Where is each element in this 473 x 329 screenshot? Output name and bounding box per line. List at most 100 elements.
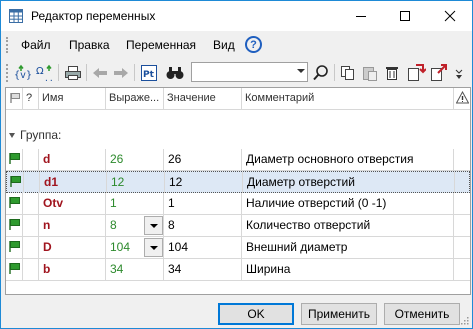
row-state-cell[interactable] xyxy=(23,259,39,280)
copy-icon[interactable] xyxy=(338,63,358,83)
row-warning-cell xyxy=(454,237,470,258)
header-comment[interactable]: Комментарий xyxy=(242,88,454,109)
header-q[interactable]: ? xyxy=(23,88,39,109)
menu-grip[interactable] xyxy=(6,37,8,53)
paste-icon[interactable] xyxy=(360,63,380,83)
expression-dropdown-button[interactable] xyxy=(144,238,163,257)
table-row[interactable]: d1 12 12 Диаметр отверстий xyxy=(6,171,470,193)
header-flag-column[interactable] xyxy=(6,88,23,109)
toolbar-grip[interactable] xyxy=(6,64,8,82)
help-icon[interactable]: ? xyxy=(245,36,262,53)
comment-cell[interactable]: Наличие отверстий (0 -1) xyxy=(242,193,454,214)
flag-icon[interactable] xyxy=(6,149,23,170)
row-warning-cell xyxy=(454,149,470,170)
comment-cell[interactable]: Ширина xyxy=(242,259,454,280)
toolbar-separator xyxy=(58,64,59,81)
chevron-down-icon[interactable] xyxy=(297,69,305,73)
comment-cell[interactable]: Диаметр основного отверстия xyxy=(242,149,454,170)
variable-name-cell[interactable]: Otv xyxy=(39,193,106,214)
show-icon[interactable]: Pt xyxy=(139,63,159,83)
variable-name-cell[interactable]: d xyxy=(39,149,106,170)
menu-edit[interactable]: Правка xyxy=(69,38,110,52)
table-row[interactable]: n 8 8 Количество отверстий xyxy=(6,215,470,237)
comment-cell[interactable]: Внешний диаметр xyxy=(242,237,454,258)
row-warning-cell xyxy=(454,259,470,280)
variable-name-cell[interactable]: n xyxy=(39,215,106,236)
more-icon[interactable] xyxy=(452,63,466,83)
row-state-cell[interactable] xyxy=(23,193,39,214)
close-icon xyxy=(444,10,456,22)
table-row[interactable]: Otv 1 1 Наличие отверстий (0 -1) xyxy=(6,193,470,215)
flag-icon xyxy=(10,93,20,103)
expression-dropdown-button[interactable] xyxy=(144,216,163,235)
flag-icon[interactable] xyxy=(7,172,24,193)
expression-text: 12 xyxy=(111,175,125,189)
header-expression[interactable]: Выраже... xyxy=(106,88,164,109)
undo-icon[interactable] xyxy=(90,63,110,83)
expression-cell[interactable]: 26 xyxy=(106,149,164,170)
warning-icon xyxy=(455,90,470,104)
minimize-icon xyxy=(356,16,366,17)
value-cell: 34 xyxy=(164,259,242,280)
export-icon[interactable] xyxy=(429,63,449,83)
cancel-button[interactable]: Отменить xyxy=(384,303,460,325)
variable-editor-window: Редактор переменных Файл Правка Переменн… xyxy=(0,0,473,329)
flag-icon[interactable] xyxy=(6,259,23,280)
menu-view[interactable]: Вид xyxy=(213,38,235,52)
redo-icon[interactable] xyxy=(111,63,131,83)
table-row[interactable]: D 104 104 Внешний диаметр xyxy=(6,237,470,259)
flag-icon[interactable] xyxy=(6,237,23,258)
expression-text: 8 xyxy=(110,218,117,232)
row-warning-cell xyxy=(455,172,471,193)
row-state-cell[interactable] xyxy=(24,172,40,193)
maximize-button[interactable] xyxy=(386,1,424,31)
resize-grip-icon[interactable] xyxy=(459,315,469,325)
expression-cell[interactable]: 12 xyxy=(107,172,165,193)
expression-cell[interactable]: 34 xyxy=(106,259,164,280)
delete-icon[interactable] xyxy=(382,63,402,83)
insert-expression-icon[interactable]: Ω .. xyxy=(35,63,55,83)
print-icon[interactable] xyxy=(63,63,83,83)
menu-file[interactable]: Файл xyxy=(21,38,51,52)
value-cell: 8 xyxy=(164,215,242,236)
ok-button[interactable]: OK xyxy=(218,303,294,325)
collapse-triangle-icon[interactable] xyxy=(9,133,15,138)
header-warning-column[interactable] xyxy=(454,88,470,109)
comment-cell[interactable]: Диаметр отверстий xyxy=(243,172,455,193)
group-header[interactable]: Группа: xyxy=(9,128,61,142)
row-warning-cell xyxy=(454,193,470,214)
table-row[interactable]: d 26 26 Диаметр основного отверстия xyxy=(6,149,470,171)
maximize-icon xyxy=(400,11,410,21)
comment-cell[interactable]: Количество отверстий xyxy=(242,215,454,236)
search-combo[interactable] xyxy=(191,62,308,82)
flag-icon[interactable] xyxy=(6,193,23,214)
value-cell: 12 xyxy=(165,172,243,193)
import-icon[interactable] xyxy=(406,63,426,83)
value-cell: 26 xyxy=(164,149,242,170)
table-row[interactable]: b 34 34 Ширина xyxy=(6,259,470,281)
chevron-down-icon xyxy=(149,245,158,250)
apply-button[interactable]: Применить xyxy=(301,303,377,325)
window-title: Редактор переменных xyxy=(31,9,156,23)
expression-text: 1 xyxy=(110,196,117,210)
expression-cell[interactable]: 1 xyxy=(106,193,164,214)
minimize-button[interactable] xyxy=(342,1,380,31)
row-state-cell[interactable] xyxy=(23,215,39,236)
flag-icon[interactable] xyxy=(6,215,23,236)
variable-name-cell[interactable]: D xyxy=(39,237,106,258)
header-name[interactable]: Имя xyxy=(39,88,106,109)
row-state-cell[interactable] xyxy=(23,149,39,170)
menu-variable[interactable]: Переменная xyxy=(126,38,196,52)
variable-name-cell[interactable]: b xyxy=(39,259,106,280)
header-value[interactable]: Значение xyxy=(164,88,242,109)
row-state-cell[interactable] xyxy=(23,237,39,258)
group-label: Группа: xyxy=(20,128,62,142)
row-warning-cell xyxy=(454,215,470,236)
expression-text: 34 xyxy=(110,262,124,276)
variable-name-cell[interactable]: d1 xyxy=(40,172,107,193)
insert-variable-icon[interactable]: {v} xyxy=(13,63,33,83)
title-bar[interactable]: Редактор переменных xyxy=(1,1,472,31)
search-icon[interactable] xyxy=(311,63,331,83)
find-icon[interactable] xyxy=(165,63,185,83)
close-button[interactable] xyxy=(431,1,469,31)
